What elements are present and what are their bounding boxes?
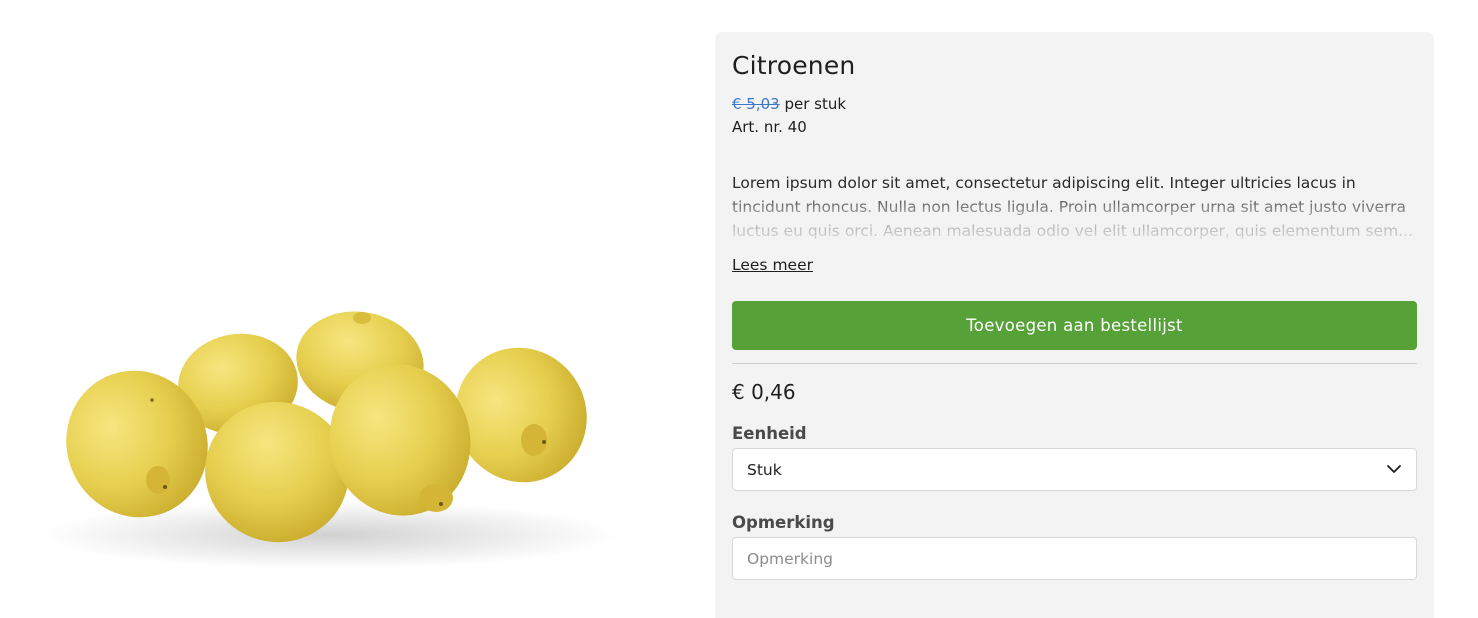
product-image <box>0 0 660 618</box>
product-description: Lorem ipsum dolor sit amet, consectetur … <box>732 174 1413 240</box>
chevron-down-icon <box>1386 462 1402 478</box>
unit-select[interactable]: Stuk <box>732 448 1417 491</box>
unit-select-value: Stuk <box>747 460 782 479</box>
product-detail-page: Citroenen € 5,03 per stuk Art. nr. 40 Lo… <box>0 0 1478 618</box>
product-info-card: Citroenen € 5,03 per stuk Art. nr. 40 Lo… <box>715 32 1434 618</box>
remark-input[interactable] <box>732 537 1417 580</box>
product-title: Citroenen <box>732 51 856 80</box>
unit-label: Eenheid <box>732 424 807 443</box>
lemons-illustration <box>0 0 660 618</box>
article-number: Art. nr. 40 <box>732 118 807 136</box>
read-more-link[interactable]: Lees meer <box>732 255 813 275</box>
remark-label: Opmerking <box>732 513 835 532</box>
unit-price: € 0,46 <box>732 380 796 404</box>
per-unit-label: per stuk <box>784 95 847 113</box>
price-line: € 5,03 per stuk <box>732 94 1417 114</box>
old-price: € 5,03 <box>732 95 780 113</box>
divider <box>732 363 1417 364</box>
add-to-order-list-button[interactable]: Toevoegen aan bestellijst <box>732 301 1417 350</box>
